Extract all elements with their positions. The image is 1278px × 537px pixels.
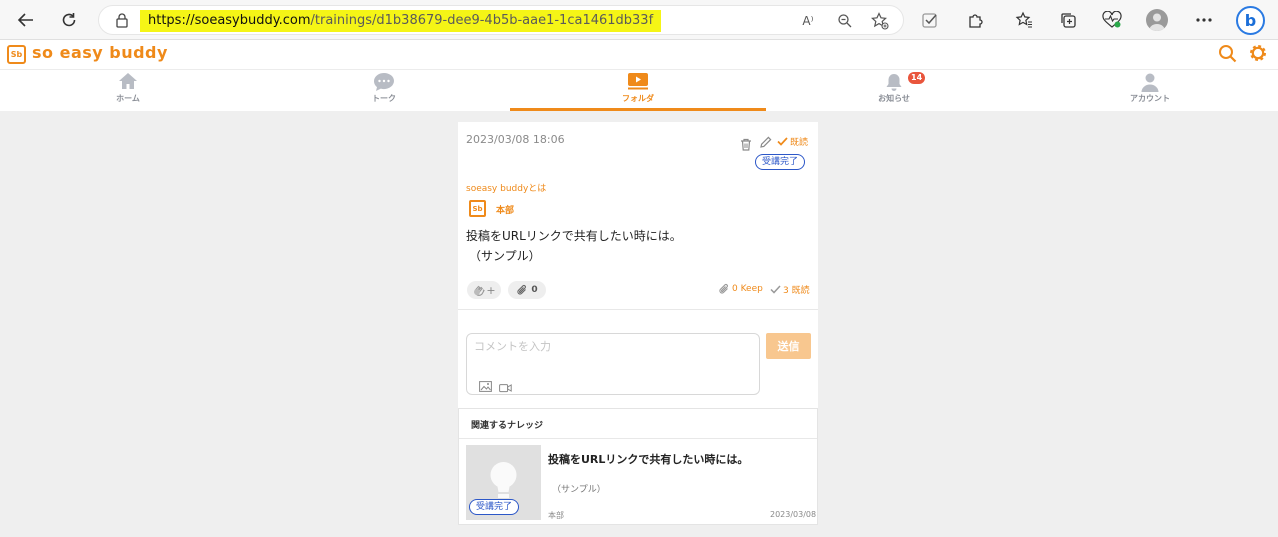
tab-notifications[interactable]: 14 お知らせ xyxy=(766,70,1022,111)
tab-folder[interactable]: フォルダ xyxy=(510,70,766,111)
app-header: Sb so easy buddy xyxy=(0,40,1278,70)
zoom-icon[interactable] xyxy=(836,12,854,30)
video-icon[interactable] xyxy=(499,378,512,397)
notification-badge: 14 xyxy=(908,72,926,84)
health-icon[interactable] xyxy=(1102,10,1122,30)
logo-text[interactable]: so easy buddy xyxy=(32,43,168,62)
tab-label: トーク xyxy=(372,94,396,103)
tab-talk[interactable]: トーク xyxy=(256,70,512,111)
read-count[interactable]: 3 既読 xyxy=(770,283,810,296)
edit-icon[interactable] xyxy=(759,134,772,153)
favorites-icon[interactable] xyxy=(1014,10,1034,30)
related-item-title[interactable]: 投稿をURLリンクで共有したい時には。 xyxy=(548,451,748,467)
related-thumbnail[interactable]: 受講完了 xyxy=(466,445,541,520)
tab-label: フォルダ xyxy=(622,94,654,103)
bing-icon[interactable]: b xyxy=(1236,6,1265,35)
browser-toolbar: https://soeasybuddy.com/trainings/d1b386… xyxy=(0,0,1278,40)
divider xyxy=(459,438,817,439)
tab-label: アカウント xyxy=(1130,94,1170,103)
url-text[interactable]: https://soeasybuddy.com/trainings/d1b386… xyxy=(140,10,662,32)
post-author[interactable]: 本部 xyxy=(496,203,514,216)
profile-avatar[interactable] xyxy=(1146,9,1168,31)
status-badge: 受講完了 xyxy=(755,154,806,170)
related-item-author: 本部 xyxy=(548,511,564,520)
related-item-subtitle: （サンプル） xyxy=(552,485,606,495)
image-icon[interactable] xyxy=(479,377,492,396)
lock-icon xyxy=(116,12,128,32)
gear-icon[interactable] xyxy=(1247,42,1269,68)
clap-icon xyxy=(474,285,486,296)
url-path: /trainings/d1b38679-dee9-4b5b-aae1-1ca14… xyxy=(310,13,654,28)
collections-icon[interactable] xyxy=(1058,10,1078,30)
author-avatar[interactable]: Sb xyxy=(469,200,486,217)
post-date: 2023/03/08 18:06 xyxy=(466,133,565,146)
related-title: 関連するナレッジ xyxy=(471,421,544,431)
comment-input[interactable]: コメントを入力 xyxy=(466,333,760,395)
check-icon xyxy=(770,285,781,294)
add-favorite-icon[interactable] xyxy=(871,12,889,30)
attachment-button[interactable]: 0 xyxy=(508,281,546,299)
read-label: 既読 xyxy=(790,138,809,148)
post-card: 2023/03/08 18:06 既読 受講完了 soeasy buddyとは … xyxy=(458,122,818,409)
plus-icon: + xyxy=(486,283,496,297)
check-icon xyxy=(777,137,788,146)
post-body-line-1: 投稿をURLリンクで共有したい時には。 xyxy=(466,229,682,243)
related-knowledge: 関連するナレッジ 受講完了 投稿をURLリンクで共有したい時には。 （サンプル）… xyxy=(458,408,818,525)
send-button[interactable]: 送信 xyxy=(766,333,811,359)
related-item-date: 2023/03/08 xyxy=(770,510,817,519)
logo-mark[interactable]: Sb xyxy=(7,45,26,64)
read-toggle[interactable]: 既読 xyxy=(777,135,808,148)
read-count-label: 3 既読 xyxy=(783,286,810,296)
url-host: https://soeasybuddy.com xyxy=(148,13,311,28)
home-icon xyxy=(118,72,138,94)
attachment-count: 0 xyxy=(531,285,538,295)
post-category[interactable]: soeasy buddyとは xyxy=(466,181,546,194)
trash-icon[interactable] xyxy=(740,136,752,155)
search-icon[interactable] xyxy=(1218,44,1238,68)
read-aloud-icon[interactable]: A⁾ xyxy=(799,12,817,30)
tab-label: ホーム xyxy=(116,94,140,103)
refresh-icon[interactable] xyxy=(56,7,82,33)
keep-label: 0 Keep xyxy=(732,284,763,294)
more-options-icon[interactable] xyxy=(1194,10,1214,30)
keep-button[interactable]: 0 Keep xyxy=(718,283,763,295)
post-body-line-2: （サンプル） xyxy=(469,249,541,263)
divider xyxy=(458,309,818,310)
address-bar[interactable]: https://soeasybuddy.com/trainings/d1b386… xyxy=(98,5,904,35)
comment-placeholder: コメントを入力 xyxy=(474,340,551,353)
back-icon[interactable] xyxy=(13,7,39,33)
status-badge: 受講完了 xyxy=(469,499,520,515)
folder-play-icon xyxy=(627,72,649,94)
extensions-icon[interactable] xyxy=(966,10,986,30)
tab-home[interactable]: ホーム xyxy=(0,70,256,111)
tab-account[interactable]: アカウント xyxy=(1022,70,1278,111)
collections-check-icon[interactable] xyxy=(920,10,940,30)
paperclip-icon xyxy=(517,284,527,295)
add-reaction-button[interactable]: + xyxy=(467,281,501,299)
tab-label: お知らせ xyxy=(878,94,910,103)
main-tabs: ホーム トーク フォルダ 14 お知らせ アカウント xyxy=(0,70,1278,111)
paperclip-icon xyxy=(719,283,728,294)
